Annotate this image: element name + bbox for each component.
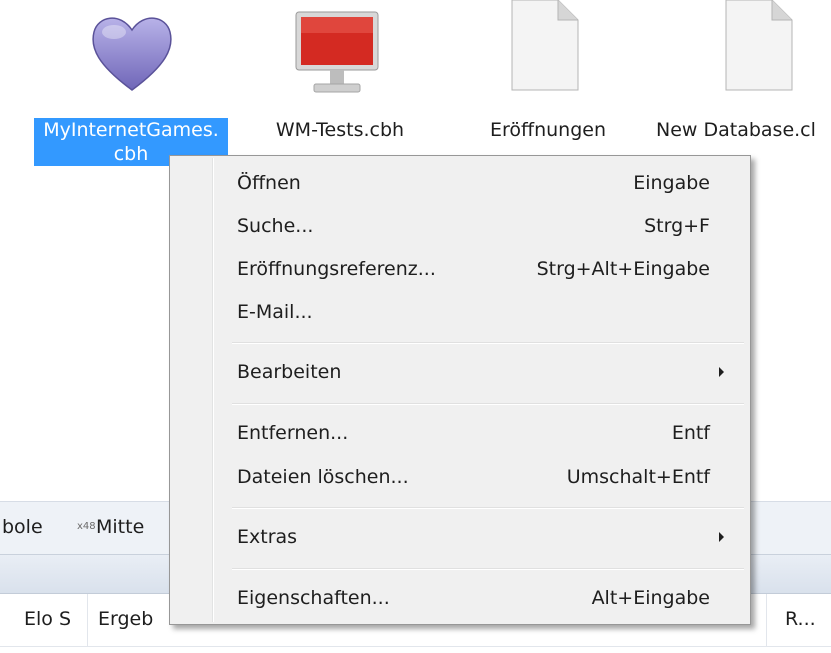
- tab-label-right[interactable]: Mitte: [96, 516, 144, 538]
- column-header-round[interactable]: R...: [785, 608, 816, 630]
- menu-separator: [232, 507, 744, 509]
- menu-item-label: Suche...: [237, 215, 314, 237]
- menu-item-label: Eröffnungsreferenz...: [237, 258, 436, 280]
- menu-item-suche[interactable]: Suche... Strg+F: [173, 205, 747, 247]
- blank-file-icon: [511, 0, 579, 91]
- menu-item-label: Dateien löschen...: [237, 466, 409, 488]
- menu-item-shortcut: Entf: [671, 422, 710, 444]
- menu-item-dateien-loeschen[interactable]: Dateien löschen... Umschalt+Entf: [173, 456, 747, 498]
- menu-item-label: E-Mail...: [237, 301, 313, 323]
- submenu-arrow-icon: [719, 532, 724, 542]
- menu-separator: [232, 403, 744, 405]
- menu-item-bearbeiten[interactable]: Bearbeiten: [173, 351, 747, 393]
- menu-item-oeffnen[interactable]: Öffnen Eingabe: [173, 162, 747, 204]
- menu-item-email[interactable]: E-Mail...: [173, 291, 747, 333]
- menu-item-eigenschaften[interactable]: Eigenschaften... Alt+Eingabe: [173, 577, 747, 619]
- menu-item-shortcut: Strg+Alt+Eingabe: [536, 258, 710, 280]
- menu-item-label: Bearbeiten: [237, 361, 342, 383]
- context-menu: Öffnen Eingabe Suche... Strg+F Eröffnung…: [169, 155, 751, 625]
- column-header-result[interactable]: Ergeb: [98, 608, 153, 630]
- menu-item-label: Öffnen: [237, 172, 301, 194]
- menu-item-shortcut: Alt+Eingabe: [591, 587, 710, 609]
- menu-item-eroeffnungsreferenz[interactable]: Eröffnungsreferenz... Strg+Alt+Eingabe: [173, 248, 747, 290]
- menu-item-label: Entfernen...: [237, 422, 349, 444]
- menu-separator: [232, 568, 744, 570]
- menu-item-shortcut: Eingabe: [633, 172, 710, 194]
- menu-item-shortcut: Strg+F: [644, 215, 710, 237]
- monitor-database-icon: [295, 11, 379, 93]
- column-header-elo[interactable]: Elo S: [24, 608, 71, 630]
- tab-label-left[interactable]: bole: [2, 516, 43, 538]
- file-label-new-database: New Database.cl: [656, 119, 816, 141]
- blank-file-icon: [725, 0, 793, 91]
- menu-item-shortcut: Umschalt+Entf: [566, 466, 710, 488]
- table-row[interactable]: [0, 646, 831, 653]
- column-divider[interactable]: [87, 594, 88, 646]
- menu-item-extras[interactable]: Extras: [173, 516, 747, 558]
- menu-item-entfernen[interactable]: Entfernen... Entf: [173, 412, 747, 454]
- menu-item-label: Eigenschaften...: [237, 587, 390, 609]
- file-label-eroeffnungen: Eröffnungen: [489, 119, 607, 141]
- menu-separator: [232, 342, 744, 344]
- tab-badge: x48: [77, 521, 96, 532]
- submenu-arrow-icon: [719, 367, 724, 377]
- file-label-wm-tests: WM-Tests.cbh: [275, 119, 405, 141]
- menu-item-label: Extras: [237, 526, 298, 548]
- column-divider[interactable]: [766, 594, 767, 646]
- heart-database-icon: [92, 17, 172, 91]
